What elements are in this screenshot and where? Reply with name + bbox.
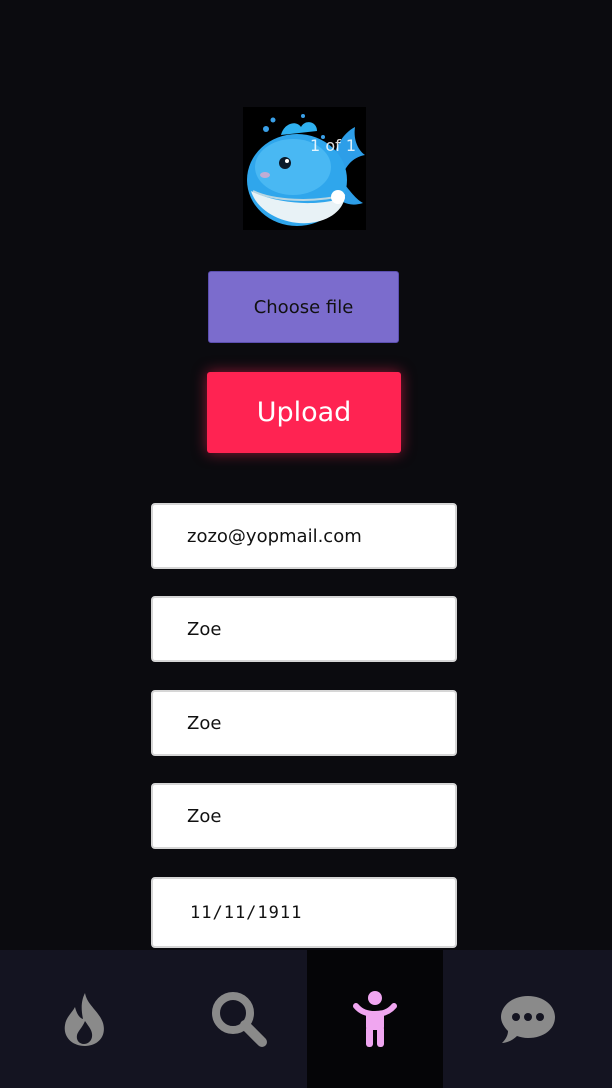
last-name-field[interactable]: Zoe bbox=[151, 690, 457, 756]
choose-file-button[interactable]: Choose file bbox=[208, 271, 399, 343]
whale-emoji-image bbox=[247, 114, 365, 226]
first-name-field[interactable]: Zoe bbox=[151, 596, 457, 662]
carousel-indicator-dot[interactable] bbox=[331, 190, 345, 204]
person-icon bbox=[353, 991, 397, 1047]
bottom-navigation bbox=[0, 950, 612, 1088]
photo-carousel[interactable]: 1 of 1 bbox=[243, 107, 366, 230]
chat-icon bbox=[500, 996, 555, 1043]
carousel-counter: 1 of 1 bbox=[310, 136, 356, 155]
username-field[interactable]: Zoe bbox=[151, 783, 457, 849]
nav-item-search[interactable] bbox=[170, 950, 307, 1088]
nav-item-messages[interactable] bbox=[443, 950, 612, 1088]
email-field[interactable]: zozo@yopmail.com bbox=[151, 503, 457, 569]
nav-item-discover[interactable] bbox=[0, 950, 170, 1088]
fire-icon bbox=[64, 993, 104, 1046]
profile-edit-page: 1 of 1 Choose file Upload zozo@yopmail.c… bbox=[0, 0, 612, 1088]
birthdate-field[interactable]: 11/11/1911 bbox=[151, 877, 457, 948]
search-icon bbox=[211, 992, 267, 1047]
upload-button[interactable]: Upload bbox=[207, 372, 401, 453]
nav-item-profile[interactable] bbox=[307, 950, 443, 1088]
